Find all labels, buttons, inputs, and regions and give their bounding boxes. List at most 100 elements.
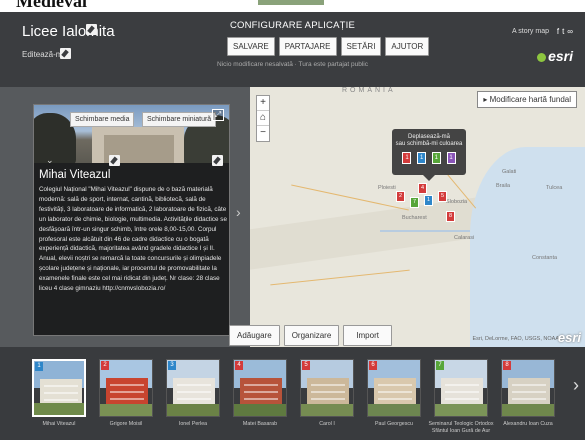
story-map-label: A story map [512,28,549,35]
thumb-number: 7 [436,361,444,370]
map-pin[interactable]: 7 [410,197,419,208]
card-title: Mihai Viteazul [39,169,111,181]
page-top-strip: Medieval [0,0,585,12]
carousel-thumb[interactable]: 4 Matei Basarab [233,359,287,427]
thumb-image: 7 [434,359,488,417]
thumb-caption: Grigore Moisil [109,421,143,427]
pin-tooltip: Deplasează-mă sau schimbă-mi culoarea 1 … [392,129,466,181]
thumb-number: 6 [369,361,377,370]
thumbnail-carousel: 1 Mihai Viteazul 2 Grigore Moisil 3 Ionel Per… [0,347,585,440]
map-view[interactable]: ROMANIA Bucharest Galati Braila Tulcea C… [250,87,585,347]
thumb-caption: Seminarul Teologic Ortodox Sfântul Ioan … [428,421,494,434]
thumb-number: 2 [101,361,109,370]
thumb-caption: Mihai Viteazul [42,421,76,427]
map-place: Tulcea [546,185,563,191]
map-tools: Adăugare Organizare Import [229,325,392,346]
thumb-image: 6 [367,359,421,417]
import-button[interactable]: Import [343,325,392,346]
thumb-image: 8 [501,359,555,417]
map-place: Constanta [532,255,558,261]
thumb-number: 1 [35,362,43,371]
map-pin[interactable]: 2 [396,191,405,202]
expand-icon[interactable]: ⤢ [212,109,224,121]
carousel-thumb[interactable]: 1 Mihai Viteazul [32,359,86,427]
edit-media-pencil-icon[interactable] [109,155,120,166]
carousel-thumb[interactable]: 5 Carol I [300,359,354,427]
map-place: Slobozia [446,199,468,205]
carousel-thumb[interactable]: 3 Ionel Perlea [166,359,220,427]
thumb-image: 2 [99,359,153,417]
thumb-image: 1 [32,359,86,417]
map-place: Ploiesti [378,185,396,191]
thumb-number: 5 [302,361,310,370]
zoom-in-button[interactable]: + [257,96,269,111]
edit-subtitle-pencil-icon[interactable] [60,48,71,59]
carousel-thumb[interactable]: 7 Seminarul Teologic Ortodox Sfântul Ioan… [429,359,493,434]
settings-button[interactable]: SETĂRI [340,37,382,56]
change-media-button[interactable]: Schimbare media [70,112,135,127]
social-share: f t ∞ [557,27,573,36]
story-card: Schimbare media Schimbare miniatură ⤢ ⌄ … [33,104,230,336]
zoom-control: + ⌂ − [256,95,270,142]
map-place: Galati [502,169,517,175]
map-sea [470,147,585,347]
config-title: CONFIGURARE APLICAȚIE [229,20,356,31]
organize-button[interactable]: Organizare [283,325,340,346]
thumb-caption: Carol I [319,421,335,427]
tooltip-line-1: Deplasează-mă [407,134,451,140]
color-swatch-blue[interactable]: 1 [417,152,427,164]
thumb-image: 3 [166,359,220,417]
thumb-caption: Ionel Perlea [178,421,208,427]
esri-globe-icon [537,52,547,62]
map-pin-selected[interactable]: 1 [424,195,433,206]
add-button[interactable]: Adăugare [229,325,280,346]
thumb-number: 4 [235,361,243,370]
map-pin[interactable]: 4 [418,183,427,194]
edit-text-pencil-icon[interactable] [212,155,223,166]
esri-watermark: esri [557,330,581,345]
side-panel: Schimbare media Schimbare miniatură ⤢ ⌄ … [0,87,250,347]
thumb-caption: Paul Georgescu [375,421,413,427]
card-description: Colegiul Național "Mihai Viteazul" dispu… [39,186,227,293]
thumb-caption: Alexandru Ioan Cuza [503,421,553,427]
top-tab-indicator [258,0,324,5]
color-swatch-red[interactable]: 1 [402,152,412,164]
map-place: Braila [496,183,511,189]
thumb-caption: Matei Basarab [242,421,278,427]
color-swatch-green[interactable]: 1 [431,152,441,164]
carousel-thumb[interactable]: 2 Grigore Moisil [99,359,153,427]
tooltip-line-2: sau schimbă-mi culoarea [395,141,463,147]
main-area: Schimbare media Schimbare miniatură ⤢ ⌄ … [0,87,585,347]
color-swatch-purple[interactable]: 1 [446,152,456,164]
facebook-icon[interactable]: f [557,27,559,36]
home-button[interactable]: ⌂ [257,111,269,126]
link-icon[interactable]: ∞ [567,27,573,36]
change-thumbnail-button[interactable]: Schimbare miniatură [142,112,217,127]
share-button[interactable]: PARTAJARE [278,37,337,56]
thumb-number: 8 [503,361,511,370]
map-place: Calarasi [454,235,475,241]
map-pin[interactable]: 8 [446,211,455,222]
esri-logo: esri [537,48,573,64]
carousel-next-icon[interactable]: › [573,375,579,396]
chevron-down-icon[interactable]: ⌄ [46,155,54,166]
builder-buttons: SALVARE PARTAJARE SETĂRI AJUTOR [227,37,430,56]
esri-logo-text: esri [548,48,573,64]
save-status: Nicio modificare nesalvată · Tura este p… [216,61,369,68]
change-basemap-button[interactable]: ▸ Modificare hartă fundal [477,91,577,108]
zoom-out-button[interactable]: − [257,126,269,141]
page-heading-cut: Medieval [16,0,87,11]
save-button[interactable]: SALVARE [227,37,275,56]
carousel-thumb[interactable]: 8 Alexandru Ioan Cuza [501,359,555,427]
thumb-image: 5 [300,359,354,417]
help-button[interactable]: AJUTOR [385,37,430,56]
builder-header: Licee Ialomita Editează-mă CONFIGURARE A… [0,12,585,87]
thumb-image: 4 [233,359,287,417]
map-place: Bucharest [402,215,427,221]
twitter-icon[interactable]: t [562,27,564,36]
thumb-number: 3 [168,361,176,370]
carousel-thumb[interactable]: 6 Paul Georgescu [367,359,421,427]
map-pin[interactable]: 5 [438,191,447,202]
next-arrow-icon[interactable]: › [236,204,241,220]
map-country-label: ROMANIA [342,87,396,94]
